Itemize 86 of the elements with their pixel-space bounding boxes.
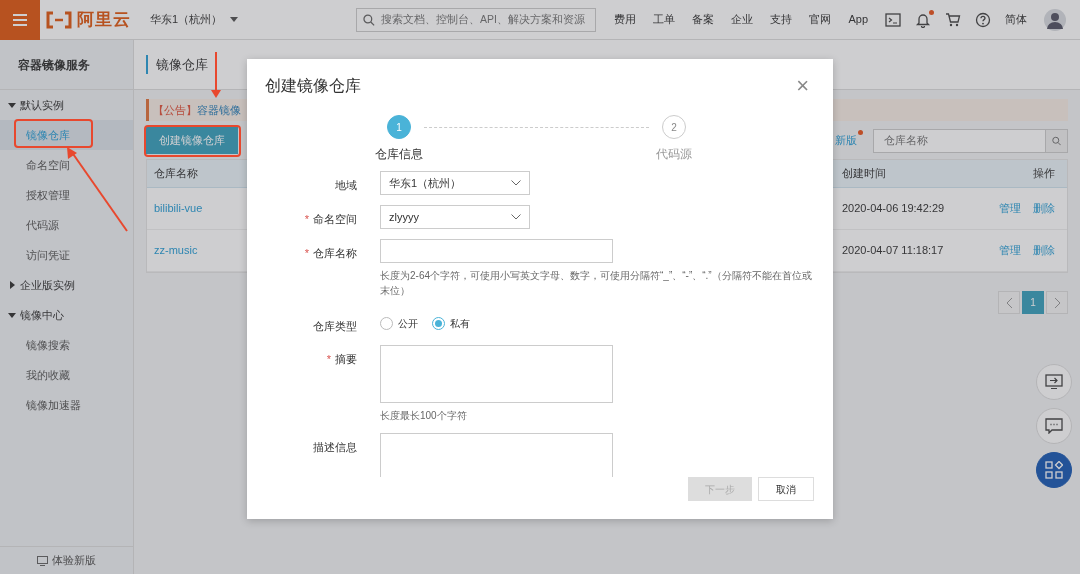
search-button[interactable] [1045, 128, 1068, 153]
nav-link[interactable]: 备案 [692, 11, 715, 28]
sidebar-item[interactable]: 代码源 [0, 210, 133, 240]
action-link[interactable]: 删除 [1033, 244, 1055, 257]
nav-link[interactable]: 支持 [770, 11, 793, 28]
action-link[interactable]: 管理 [999, 244, 1021, 257]
column-header: 创建时间 [841, 166, 887, 182]
sidebar-item[interactable]: 访问凭证 [0, 240, 133, 270]
sidebar-item[interactable]: 镜像搜索 [0, 330, 133, 360]
step-label: 代码源 [656, 146, 692, 163]
field-label: 描述信息 [313, 440, 357, 455]
logo-text: 阿里云 [77, 8, 131, 31]
sidebar-item[interactable]: 授权管理 [0, 180, 133, 210]
column-header: 操作 [1032, 166, 1056, 182]
step-number: 2 [662, 115, 686, 139]
column-header: 仓库名称 [153, 166, 199, 182]
sidebar-item[interactable]: 镜像加速器 [0, 390, 133, 420]
annotation-arrow [211, 51, 221, 98]
hint-text: 长度最长100个字符 [380, 408, 468, 423]
field-label: 命名空间 [313, 212, 357, 227]
bell-icon[interactable] [915, 11, 931, 28]
cart-icon[interactable] [945, 11, 961, 28]
table-cell-text: 2020-04-06 19:42:29 [841, 201, 946, 217]
terminal-icon[interactable] [885, 11, 901, 28]
sidebar-group[interactable]: 默认实例 [0, 90, 133, 120]
chevron-down-icon [511, 214, 521, 220]
sidebar-title: 容器镜像服务 [0, 40, 133, 90]
sidebar-group[interactable]: 企业版实例 [0, 270, 133, 300]
action-link[interactable]: 删除 [1033, 202, 1055, 215]
chat-icon [1045, 418, 1063, 434]
language-link[interactable]: 简体 [1005, 11, 1027, 28]
step-label: 仓库信息 [375, 146, 423, 163]
field-label: 仓库类型 [313, 319, 357, 334]
page-button[interactable]: 1 [1022, 291, 1044, 314]
dropdown-field[interactable]: zlyyyy [380, 205, 530, 229]
region-selector[interactable]: 华东1（杭州） [149, 10, 240, 29]
screen-button[interactable] [1036, 364, 1072, 400]
chat-button[interactable] [1036, 408, 1072, 444]
dialog-title: 创建镜像仓库 [265, 76, 361, 96]
avatar-icon[interactable] [1044, 8, 1066, 31]
help-icon[interactable] [975, 11, 991, 28]
field-label: 地域 [335, 178, 357, 193]
apps-button[interactable] [1036, 452, 1072, 488]
menu-button[interactable] [0, 0, 40, 40]
sidebar-item[interactable]: 命名空间 [0, 150, 133, 180]
nav-link[interactable]: 费用 [614, 11, 637, 28]
action-link[interactable]: 管理 [999, 202, 1021, 215]
new-version-link[interactable]: 体验新版 [52, 552, 96, 569]
search-icon [1052, 134, 1061, 147]
chevron-down-icon [511, 180, 521, 186]
notice-text: 【公告】容器镜像 [153, 102, 241, 118]
required-mark: * [326, 351, 331, 367]
sidebar-item[interactable]: 我的收藏 [0, 360, 133, 390]
search-field[interactable]: 搜索文档、控制台、API、解决方案和资源 [356, 7, 597, 32]
nav-link[interactable]: 工单 [653, 11, 676, 28]
close-button[interactable]: × [790, 74, 815, 98]
table-cell-text: 2020-04-07 11:18:17 [841, 243, 945, 259]
textarea-field[interactable] [380, 344, 613, 403]
chevron-left-icon [1005, 296, 1013, 309]
chevron-right-icon [1053, 296, 1061, 309]
search-icon [363, 13, 376, 26]
cancel-button[interactable]: 取消 [758, 477, 814, 501]
textarea-field[interactable] [380, 433, 613, 477]
field-label: 摘要 [335, 351, 357, 367]
dropdown-field[interactable]: 华东1（杭州） [380, 171, 530, 195]
step-number: 1 [387, 115, 411, 139]
page-title: 镜像仓库 [146, 54, 208, 75]
text-input-field[interactable] [380, 239, 613, 263]
field-label: 仓库名称 [313, 246, 357, 261]
create-repository-button[interactable]: 创建镜像仓库 [146, 127, 238, 154]
caret-icon [230, 17, 239, 22]
repository-search-field[interactable]: 仓库名称 [873, 128, 1045, 153]
required-mark: * [304, 212, 309, 227]
menu-icon [13, 13, 27, 26]
repository-link[interactable]: zz-music [154, 244, 198, 257]
apps-icon [1045, 461, 1063, 479]
nav-link[interactable]: App [848, 11, 868, 28]
radio-option[interactable]: 私有 [432, 316, 470, 331]
monitor-icon [37, 555, 48, 566]
radio-option[interactable]: 公开 [380, 316, 418, 331]
required-mark: * [304, 246, 309, 261]
nav-link[interactable]: 企业 [731, 11, 754, 28]
repository-link[interactable]: bilibili-vue [154, 202, 203, 215]
nav-link[interactable]: 官网 [809, 11, 832, 28]
sidebar-group[interactable]: 镜像中心 [0, 300, 133, 330]
hint-text: 长度为2-64个字符，可使用小写英文字母、数字，可使用分隔符“_”、“-”、“.”（分隔符不能在首位或末位） [380, 269, 813, 298]
